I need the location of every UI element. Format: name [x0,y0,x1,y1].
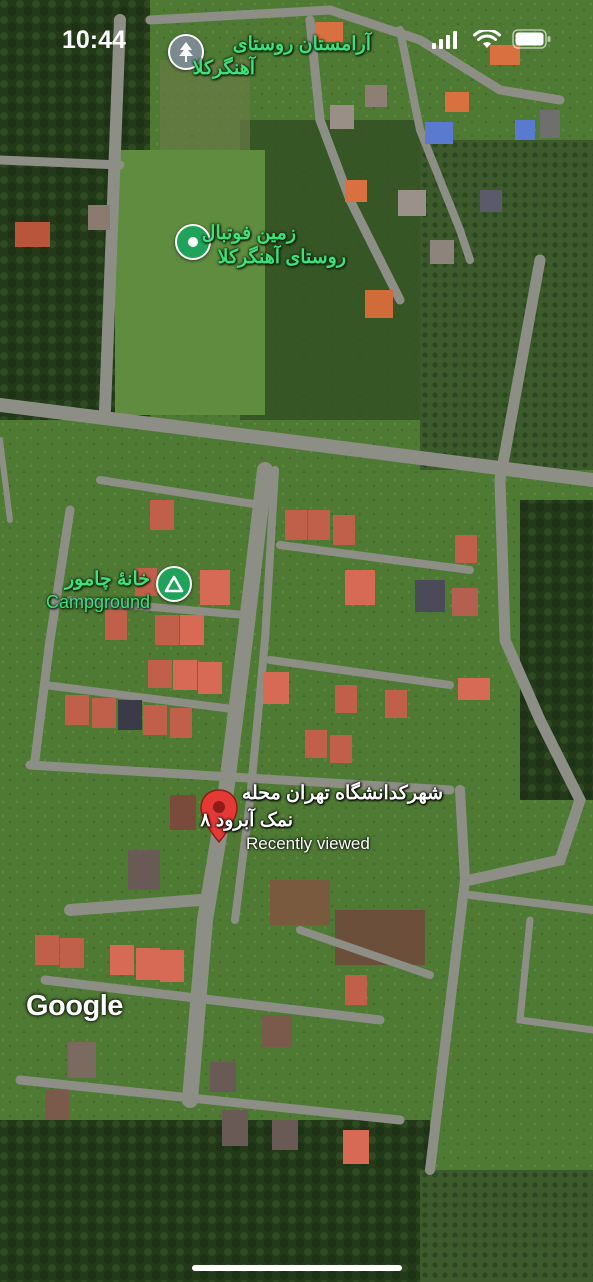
campground-label-line2: Campground [46,592,151,612]
google-logo: Google [26,990,123,1022]
campground-icon[interactable] [156,566,192,602]
wifi-icon [473,28,501,55]
signal-icon [432,31,458,54]
map-view[interactable]: 10:44 آرامستان روستای آهنگرکلا زمین فوتب… [0,0,593,1282]
battery-icon [512,29,552,54]
campground-label-line1: خانهٔ چامور [65,569,150,590]
home-indicator[interactable] [192,1265,402,1271]
football-label-line1: زمین فوتبال [201,223,296,244]
cemetery-label-line1: آرامستان روستای [232,34,371,55]
cemetery-label-line2: آهنگرکلا [192,58,255,79]
selected-place-line1: شهرکدانشگاه تهران محله [241,783,443,804]
satellite-map[interactable] [0,0,593,1282]
selected-place-subtitle: Recently viewed [246,834,370,853]
status-time: 10:44 [62,26,126,54]
football-label-line2: روستای آهنگرکلا [217,247,346,268]
selected-place-line2: ۸ نمک آبرود [200,810,293,831]
